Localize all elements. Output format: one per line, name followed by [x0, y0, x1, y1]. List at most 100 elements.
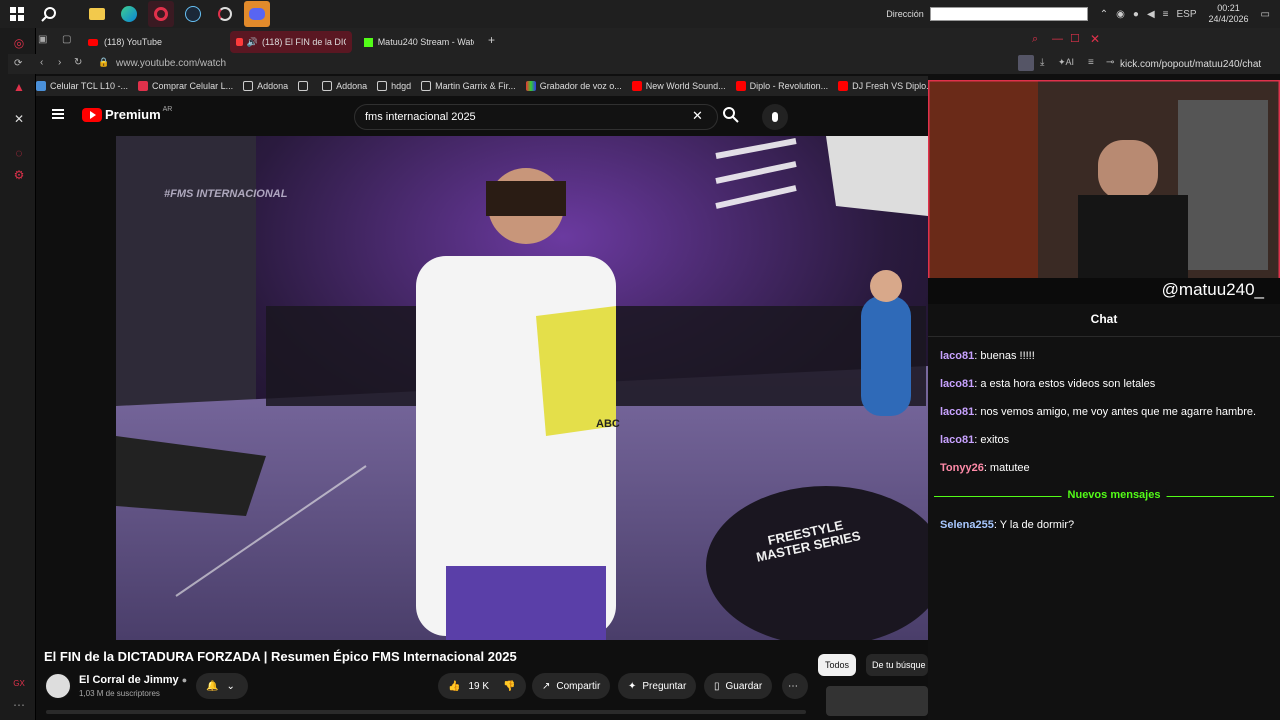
tab-kick[interactable]: Matuu240 Stream - Watc — [358, 31, 480, 53]
clear-search-icon[interactable]: ✕ — [692, 108, 703, 124]
network-icon[interactable]: ≡ — [1163, 9, 1169, 20]
bookmark-item[interactable]: Grabador de voz o... — [525, 81, 622, 91]
page-icon — [243, 81, 254, 91]
youtube-logo[interactable]: Premium AR — [82, 106, 172, 122]
reload-icon[interactable]: ↻ — [74, 57, 82, 68]
channel-avatar[interactable] — [44, 672, 72, 700]
bookmark-item[interactable]: Martin Garrix & Fir... — [421, 81, 516, 91]
bookmark-item[interactable]: Addona — [322, 81, 367, 91]
close-icon[interactable]: ✕ — [1090, 32, 1100, 46]
language-indicator[interactable]: ESP — [1176, 9, 1196, 20]
discord-icon[interactable] — [244, 1, 270, 27]
bookmark-item[interactable]: New World Sound... — [631, 81, 726, 91]
extension-icon[interactable] — [1018, 55, 1034, 71]
kick-url-text[interactable]: kick.com/popout/matuu240/chat — [1120, 59, 1261, 70]
speaker-icon[interactable]: 🔊 — [247, 37, 258, 48]
gx-control-icon[interactable]: ▲ — [10, 78, 28, 96]
microphone-icon[interactable]: ● — [1133, 9, 1139, 20]
dislike-icon[interactable]: 👎 — [503, 681, 515, 692]
forward-icon[interactable]: › — [58, 57, 61, 68]
download-icon[interactable]: ⤓ — [1040, 57, 1044, 68]
search-icon[interactable] — [722, 106, 740, 129]
ask-button[interactable]: ✦ Preguntar — [618, 673, 697, 699]
youtube-icon — [735, 81, 746, 91]
bookmark-item[interactable]: Addona — [243, 81, 288, 91]
bookmark-item[interactable]: DJ Fresh VS Diplo... — [838, 81, 928, 91]
ai-button[interactable]: ✦AI — [1058, 57, 1074, 68]
search-tabs-icon[interactable]: ⌕ — [1032, 33, 1038, 46]
chat-username[interactable]: laco81 — [940, 434, 974, 446]
chat-username[interactable]: Tonyy26 — [940, 462, 984, 474]
like-count[interactable]: 19 K — [468, 681, 489, 692]
search-icon[interactable] — [36, 1, 62, 27]
more-actions-icon[interactable]: ⋯ — [782, 673, 808, 699]
share-button[interactable]: ↗ Compartir — [532, 673, 611, 699]
settings-icon[interactable]: ⚙ — [10, 166, 28, 184]
lock-icon[interactable]: 🔒 — [98, 57, 109, 68]
chat-username[interactable]: laco81 — [940, 406, 974, 418]
video-frame — [116, 136, 928, 640]
bookmark-icon — [138, 81, 149, 91]
volume-icon[interactable]: ◀ — [1147, 9, 1155, 20]
bookmark-item[interactable]: Celular TCL L10 -... — [36, 81, 128, 91]
sync-icon[interactable]: ⟳ — [14, 58, 22, 69]
more-icon[interactable]: ⋯ — [10, 696, 28, 714]
chat-message: laco81: exitos — [940, 434, 1009, 446]
chat-username[interactable]: Selena255 — [940, 519, 994, 531]
x-twitter-icon[interactable]: ✕ — [10, 110, 28, 128]
back-icon[interactable]: ‹ — [40, 57, 43, 68]
recommended-thumbnail[interactable] — [826, 686, 928, 716]
tab-youtube[interactable]: (118) YouTube — [82, 31, 232, 53]
app-icon[interactable] — [212, 1, 238, 27]
notification-icon[interactable]: ▭ — [1261, 9, 1270, 20]
hamburger-menu-icon[interactable] — [52, 109, 64, 119]
youtube-icon — [88, 38, 98, 46]
bookmark-folder[interactable] — [298, 81, 312, 91]
pin-icon[interactable]: ⊸ — [1106, 57, 1114, 68]
search-input[interactable]: fms internacional 2025 — [354, 104, 718, 130]
url-text[interactable]: www.youtube.com/watch — [116, 58, 226, 69]
opera-gx-icon[interactable] — [148, 1, 174, 27]
chip-all[interactable]: Todos — [818, 654, 857, 676]
steam-icon[interactable] — [180, 1, 206, 27]
chat-username[interactable]: laco81 — [940, 378, 974, 390]
messenger-icon[interactable]: ◌ — [10, 144, 28, 162]
tab-island-icon[interactable]: ▣ — [38, 34, 47, 45]
windows-start-icon[interactable] — [4, 1, 30, 27]
bell-icon: 🔔 — [206, 680, 219, 692]
stream-webcam[interactable] — [926, 78, 1280, 282]
video-player[interactable]: #FMS INTERNACIONAL FREESTYLE MASTER SERI… — [116, 136, 928, 640]
new-messages-label: Nuevos mensajes — [1061, 489, 1167, 501]
address-toolbar-input[interactable] — [929, 7, 1088, 21]
gx-icon[interactable]: GX — [10, 674, 28, 692]
subscribe-bell-button[interactable]: 🔔 ⌄ — [196, 673, 248, 699]
premium-label: Premium — [105, 107, 161, 122]
streamer-handle: @matuu240_ — [1161, 280, 1264, 299]
maximize-icon[interactable]: ☐ — [1070, 32, 1080, 45]
opera-menu-icon[interactable]: ◎ — [10, 34, 28, 52]
chat-text: : nos vemos amigo, me voy antes que me a… — [974, 406, 1257, 418]
video-overlay-text: #FMS INTERNACIONAL — [164, 188, 288, 200]
chevron-down-icon: ⌄ — [226, 680, 235, 692]
menu-icon[interactable]: ≡ — [1088, 57, 1094, 68]
bookmark-item[interactable]: Comprar Celular L... — [138, 81, 233, 91]
discord-tray-icon[interactable]: ◉ — [1116, 9, 1125, 20]
tab-video-active[interactable]: 🔊 (118) El FIN de la DICTA — [230, 31, 352, 53]
new-tab-button[interactable]: + — [488, 33, 495, 47]
minimize-icon[interactable]: — — [1052, 33, 1063, 45]
chevron-up-icon[interactable]: ⌃ — [1100, 9, 1108, 20]
chip-from-search[interactable]: De tu búsque — [866, 654, 928, 676]
bookmark-item[interactable]: hdgd — [377, 81, 411, 91]
page-icon — [322, 81, 333, 91]
like-icon[interactable]: 👍 — [448, 681, 460, 692]
chat-message: Selena255: Y la de dormir? — [940, 519, 1074, 531]
save-button[interactable]: ▯ Guardar — [704, 673, 773, 699]
channel-name[interactable]: El Corral de Jimmy ● — [79, 674, 187, 686]
bookmark-item[interactable]: Diplo - Revolution... — [735, 81, 828, 91]
edge-icon[interactable] — [116, 1, 142, 27]
chat-username[interactable]: laco81 — [940, 350, 974, 362]
file-explorer-icon[interactable] — [84, 1, 110, 27]
microphone-icon[interactable] — [762, 104, 788, 130]
clock[interactable]: 00:21 24/4/2026 — [1209, 3, 1249, 25]
tab-list-icon[interactable]: ▢ — [62, 34, 71, 45]
